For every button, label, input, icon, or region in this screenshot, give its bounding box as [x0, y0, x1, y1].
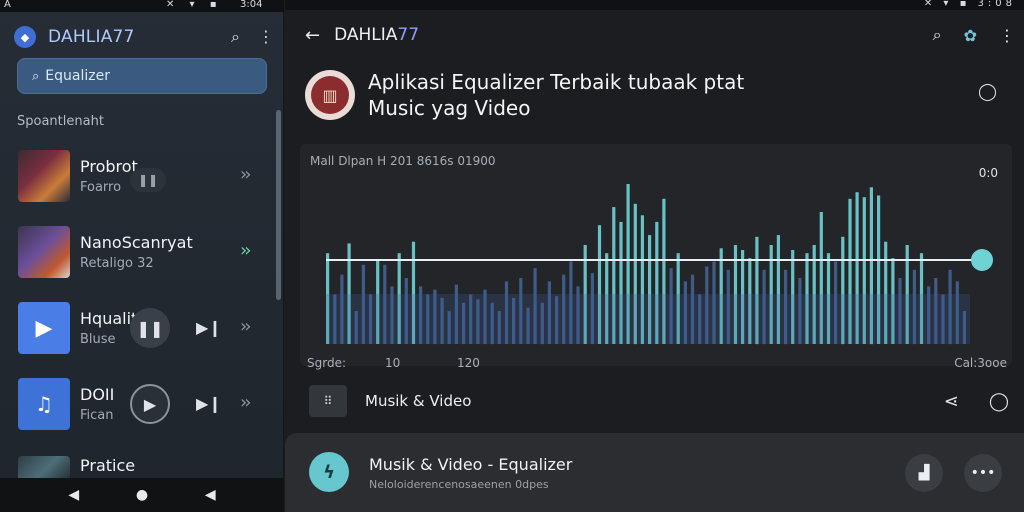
track-title: NanoScanryat: [80, 233, 193, 252]
search-input-text: Equalizer: [45, 68, 110, 84]
axis-label-end: Cal:3ooe: [954, 356, 1007, 370]
search-input[interactable]: ⌕ Equalizer: [17, 58, 267, 94]
equalizer-visualizer[interactable]: [300, 144, 1012, 366]
chevron-right-icon[interactable]: ››: [240, 316, 252, 337]
track-title: Probrot: [80, 157, 138, 176]
music-note-icon: ♫: [18, 378, 70, 430]
axis-label-2: 120: [457, 356, 480, 370]
category-label: Musik & Video: [365, 392, 472, 410]
share-icon[interactable]: ⋖: [944, 391, 959, 412]
album-art-icon: ▥: [305, 70, 355, 120]
home-nav-icon[interactable]: ●: [136, 487, 148, 503]
pause-button[interactable]: ❚❚: [130, 308, 170, 348]
equalizer-app-icon: ϟ: [309, 452, 349, 492]
detail-title: DAHLIA77: [334, 25, 419, 45]
skip-next-icon[interactable]: ▶❙: [196, 394, 222, 413]
play-icon: ▶: [18, 302, 70, 354]
page-headline: Aplikasi Equalizer Terbaik tubaak ptat M…: [368, 70, 745, 120]
more-horiz-icon[interactable]: •••: [964, 454, 1002, 492]
progress-thumb[interactable]: [971, 249, 993, 271]
more-vert-icon[interactable]: ⋮: [258, 27, 274, 47]
track-title: DOII: [80, 385, 115, 404]
equalizer-card: Mall Dlpan H 201 8616s 01900 0:0: [300, 144, 1012, 366]
back-arrow-icon[interactable]: ←: [305, 25, 320, 46]
search-field-icon: ⌕: [32, 68, 40, 84]
status-left-icons: ✕ ▾ ▪: [166, 0, 223, 10]
status-bar-right: ✕ ▾ ▪ 3:08: [285, 0, 1024, 10]
track-title: Pratice: [80, 456, 136, 475]
more-vert-icon[interactable]: ⋮: [999, 26, 1015, 45]
now-playing-subtitle: Neloloiderencenosaeenen 0dpes: [369, 478, 549, 491]
axis-label-1: 10: [385, 356, 401, 370]
category-row: ⠿ Musik & Video ⋖ ◯: [309, 384, 1009, 418]
status-right-icons: ✕ ▾ ▪ 3:08: [923, 0, 1016, 9]
time-axis: Sgrde: 10 120 Cal:3ooe: [307, 356, 1007, 370]
track-subtitle: Fican: [80, 408, 114, 423]
category-actions: ⋖ ◯: [944, 391, 1009, 412]
right-panel: ✕ ▾ ▪ 3:08 ← DAHLIA77 ⌕ ✿ ⋮ ▥ Aplikasi E…: [285, 0, 1024, 512]
detail-title-prefix: DAHLIA: [334, 25, 398, 45]
list-item[interactable]: NanoScanryat Retaligo 32 ››: [0, 214, 276, 290]
category-icon[interactable]: ⠿: [309, 385, 347, 417]
left-panel: A ✕ ▾ ▪ 3:04 ◆ DAHLIA77 ⌕ ⋮ ⌕ Equalizer …: [0, 0, 284, 512]
scrollbar[interactable]: [276, 110, 281, 300]
search-icon[interactable]: ⌕: [933, 25, 942, 45]
status-left-label: A: [4, 0, 11, 10]
detail-header-actions: ⌕ ✿ ⋮: [933, 25, 1015, 45]
chart-icon[interactable]: ▟: [905, 454, 943, 492]
track-subtitle: Retaligo 32: [80, 256, 154, 271]
app-title: DAHLIA77: [48, 27, 135, 47]
section-label: Spoantlenaht: [17, 114, 104, 129]
detail-title-accent: 77: [397, 25, 420, 45]
track-subtitle: Bluse: [80, 332, 116, 347]
chevron-right-icon[interactable]: ››: [240, 392, 252, 413]
left-header-actions: ⌕ ⋮: [231, 27, 274, 47]
search-icon[interactable]: ⌕: [231, 27, 240, 47]
status-bar-left: A ✕ ▾ ▪ 3:04: [0, 0, 284, 12]
status-left-time: 3:04: [240, 0, 263, 10]
back-nav-icon[interactable]: ◀: [68, 487, 79, 503]
play-button[interactable]: ▶: [130, 384, 170, 424]
skip-next-icon[interactable]: ▶❙: [196, 318, 222, 337]
eq-base-shade: [326, 294, 970, 344]
list-item[interactable]: ▶ Hqualit Bluse ❚❚ ▶❙ ››: [0, 290, 276, 366]
track-list: Probrot Foarro ❚❚ ›› NanoScanryat Retali…: [0, 138, 276, 488]
chevron-right-icon[interactable]: ››: [240, 164, 252, 185]
list-item[interactable]: Probrot Foarro ❚❚ ››: [0, 138, 276, 214]
track-thumbnail: [18, 226, 70, 278]
app-logo-icon[interactable]: ◆: [14, 26, 36, 48]
recents-nav-icon[interactable]: ◀: [205, 487, 216, 503]
detail-header: ← DAHLIA77 ⌕ ✿ ⋮: [305, 20, 1015, 50]
system-nav-bar: ◀ ● ◀: [0, 478, 284, 512]
track-thumbnail: [18, 150, 70, 202]
app-root: A ✕ ▾ ▪ 3:04 ◆ DAHLIA77 ⌕ ⋮ ⌕ Equalizer …: [0, 0, 1024, 512]
chevron-right-icon[interactable]: ››: [240, 240, 252, 261]
left-header: ◆ DAHLIA77 ⌕ ⋮: [14, 20, 274, 54]
plugin-icon[interactable]: ✿: [964, 26, 977, 45]
track-title: Hqualit: [80, 309, 138, 328]
pause-pill-button[interactable]: ❚❚: [130, 168, 166, 192]
comment-icon[interactable]: ◯: [978, 82, 997, 102]
axis-label-start: Sgrde:: [307, 356, 346, 370]
comment-icon[interactable]: ◯: [989, 391, 1009, 412]
track-subtitle: Foarro: [80, 180, 122, 195]
now-playing-title: Musik & Video - Equalizer: [369, 455, 573, 474]
list-item[interactable]: ♫ DOII Fican ▶ ▶❙ ››: [0, 366, 276, 442]
now-playing-bar[interactable]: ϟ Musik & Video - Equalizer Neloloideren…: [285, 433, 1024, 512]
